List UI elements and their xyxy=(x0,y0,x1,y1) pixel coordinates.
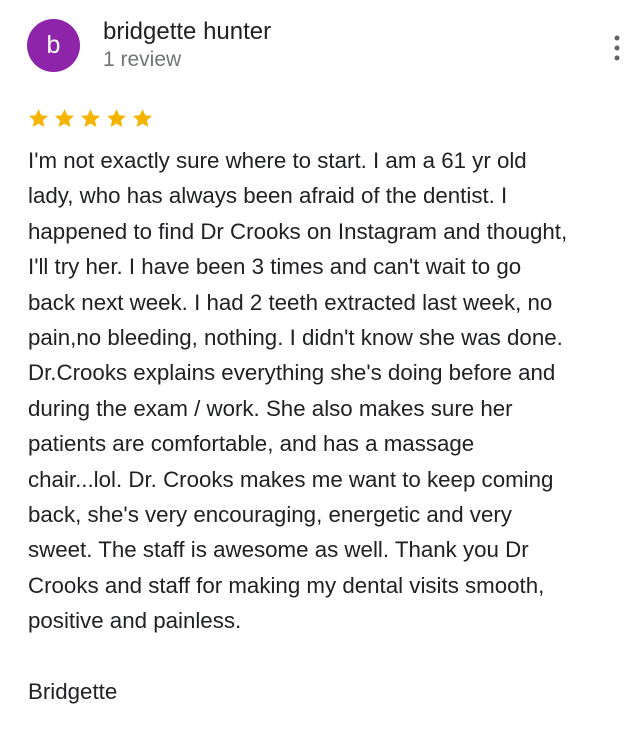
reviewer-name[interactable]: bridgette hunter xyxy=(103,17,271,47)
avatar-initial: b xyxy=(46,31,61,59)
review-count: 1 review xyxy=(103,48,182,71)
avatar[interactable]: b xyxy=(27,19,80,72)
star-rating xyxy=(27,105,154,131)
star-icon xyxy=(133,108,152,127)
star-icon xyxy=(29,108,48,127)
star-icon xyxy=(81,108,100,127)
more-options-button[interactable] xyxy=(604,31,630,65)
review-text: I'm not exactly sure where to start. I a… xyxy=(28,148,568,705)
star-icon xyxy=(55,108,74,127)
review-card: b bridgette hunter 1 review I'm not exac… xyxy=(0,0,644,733)
more-vertical-icon xyxy=(614,35,620,61)
star-icon xyxy=(107,108,126,127)
